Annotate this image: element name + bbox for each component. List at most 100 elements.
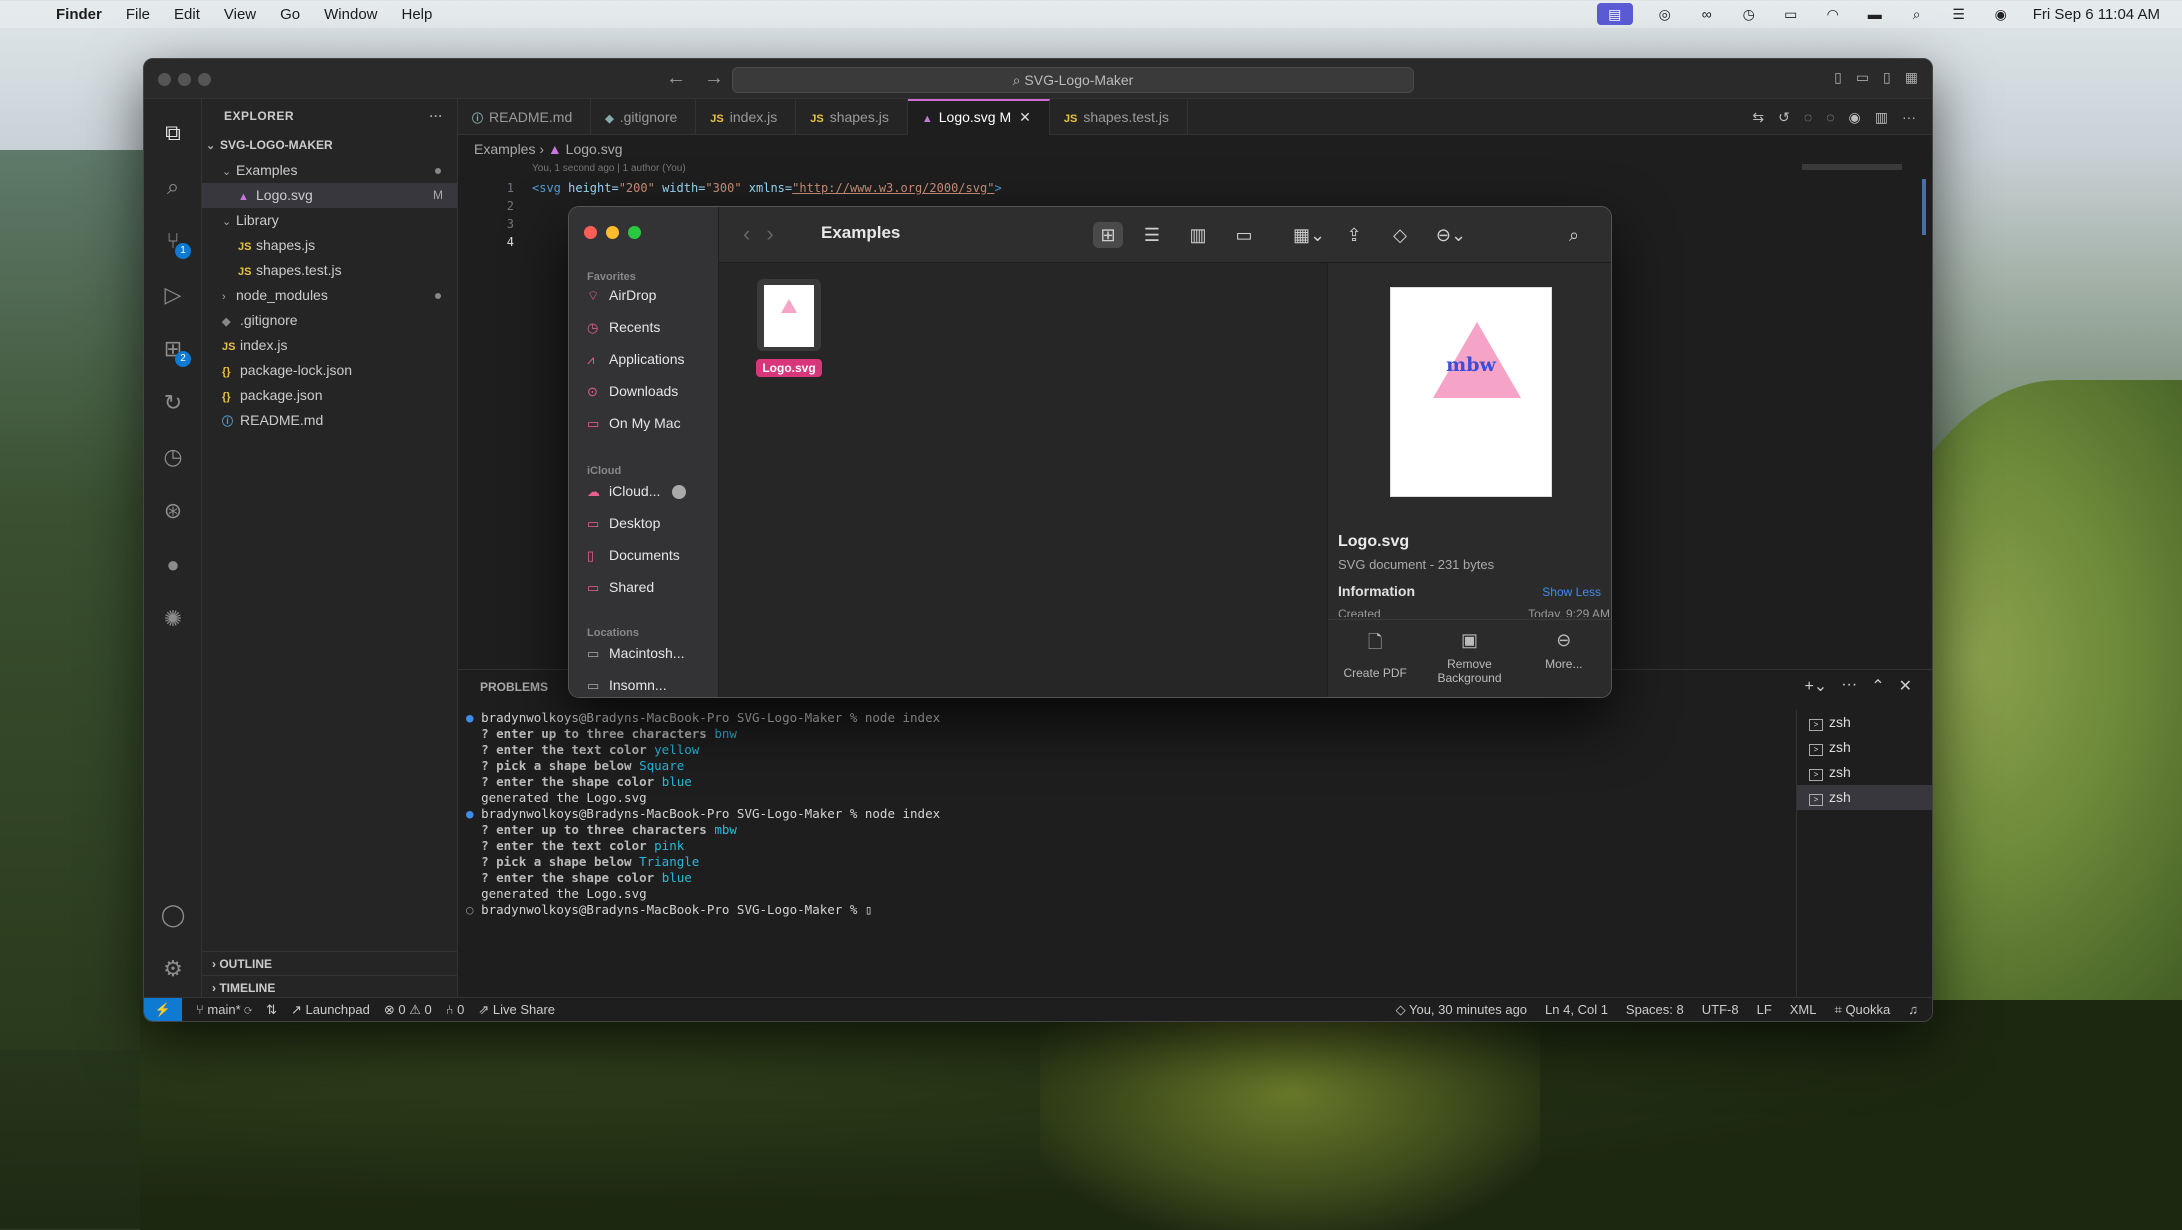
control-center-icon[interactable]: ☰ (1949, 6, 1969, 22)
editor-tab[interactable]: ◆ .gitignore (591, 99, 697, 135)
outline-section[interactable]: › OUTLINE (202, 951, 457, 975)
editor-tab[interactable]: ▲ Logo.svg M ✕ (907, 99, 1050, 135)
split-editor-icon[interactable]: ▥ (1875, 109, 1888, 126)
search-icon[interactable]: ⌕ (157, 171, 189, 203)
time-machine-icon[interactable]: ◷ (1739, 6, 1759, 22)
menu-go[interactable]: Go (280, 6, 300, 23)
menu-view[interactable]: View (224, 6, 256, 23)
creative-cloud-icon[interactable]: ∞ (1697, 6, 1717, 22)
finder-back-forward[interactable]: ‹› (743, 221, 790, 247)
apple-icon[interactable] (22, 5, 40, 23)
close-panel-icon[interactable]: ✕ (1899, 676, 1912, 696)
window-minimize-button[interactable] (178, 73, 191, 86)
tree-item[interactable]: {} package-lock.json (202, 358, 457, 383)
siri-icon[interactable]: ◉ (1991, 6, 2011, 22)
blame-status[interactable]: ◇ You, 30 minutes ago (1396, 1002, 1527, 1018)
customize-layout-icon[interactable]: ▦ (1905, 69, 1918, 86)
editor-tab[interactable]: JS index.js (696, 99, 797, 135)
more-actions-icon[interactable]: ··· (1902, 109, 1916, 126)
editor-tab[interactable]: JS shapes.js (796, 99, 908, 135)
terminal-instance[interactable]: > zsh (1797, 710, 1932, 735)
terminal-instance[interactable]: > zsh (1797, 760, 1932, 785)
problems-indicator[interactable]: ⊗ 0 ⚠ 0 (384, 1002, 432, 1018)
extensions-icon[interactable]: ⊞ 2 (157, 333, 191, 367)
battery-icon[interactable]: ▬ (1865, 6, 1885, 22)
toggle-sidebar-icon[interactable]: ▯ (1834, 69, 1842, 86)
group-by-icon[interactable]: ▦⌄ (1287, 222, 1331, 248)
editor-scrollbar[interactable] (1922, 179, 1926, 235)
gallery-view-icon[interactable]: ▭ (1229, 222, 1259, 248)
command-decoration-icon[interactable]: ● (466, 710, 474, 725)
sidebar-item-recents[interactable]: ◷ Recents (587, 319, 660, 336)
toggle-secondary-sidebar-icon[interactable]: ▯ (1883, 69, 1891, 86)
column-view-icon[interactable]: ▥ (1183, 222, 1213, 248)
notifications-bell-icon[interactable]: ♫ (1908, 1002, 1918, 1018)
code-link[interactable]: "http://www.w3.org/2000/svg" (792, 181, 994, 195)
quokka-status[interactable]: ⌗ Quokka (1835, 1002, 1891, 1018)
list-view-icon[interactable]: ☰ (1137, 222, 1167, 248)
timeline-section[interactable]: › TIMELINE (202, 975, 457, 999)
language-mode[interactable]: XML (1790, 1002, 1817, 1018)
tree-item[interactable]: ⓘ README.md (202, 408, 457, 433)
source-control-icon[interactable]: ⑂ 1 (157, 225, 191, 259)
spotlight-search-icon[interactable]: ⌕ (1907, 6, 1927, 22)
run-debug-icon[interactable]: ▷ (157, 279, 189, 311)
prev-change-icon[interactable]: ◌ (1804, 109, 1812, 126)
breadcrumb-folder[interactable]: Examples (474, 141, 535, 157)
next-change-icon[interactable]: ◌ (1826, 109, 1834, 126)
menu-help[interactable]: Help (402, 6, 433, 23)
tree-item[interactable]: JS index.js (202, 333, 457, 358)
tag-icon[interactable]: ◇ (1385, 222, 1415, 248)
github-icon[interactable]: ● (157, 549, 189, 581)
sidebar-item-desktop[interactable]: ▭ Desktop (587, 515, 660, 532)
tree-item[interactable]: ⌄ Examples (202, 158, 457, 183)
maximize-panel-icon[interactable]: ⌃ (1871, 676, 1884, 696)
command-decoration-icon[interactable]: ○ (466, 902, 474, 917)
explorer-more-icon[interactable]: ··· (430, 99, 444, 133)
tree-item[interactable]: {} package.json (202, 383, 457, 408)
show-less-link[interactable]: Show Less (1542, 585, 1601, 599)
terminal-instance[interactable]: > zsh (1797, 785, 1932, 810)
quokka-icon[interactable]: ✺ (157, 603, 189, 635)
sidebar-item-applications[interactable]: ⩘ Applications (587, 351, 685, 368)
accounts-icon[interactable]: ◯ (157, 899, 189, 931)
terminal-instance[interactable]: > zsh (1797, 735, 1932, 760)
preview-action-button[interactable]: ▣ Remove Background (1425, 630, 1513, 697)
finder-close-button[interactable] (584, 226, 597, 239)
share-icon[interactable]: ⇪ (1339, 222, 1369, 248)
menu-clock[interactable]: Fri Sep 6 11:04 AM (2033, 6, 2160, 23)
end-of-line[interactable]: LF (1757, 1002, 1772, 1018)
codelens-blame[interactable]: You, 1 second ago | 1 author (You) (532, 163, 686, 174)
new-terminal-icon[interactable]: +⌄ (1804, 676, 1827, 696)
finder-minimize-button[interactable] (606, 226, 619, 239)
extension-icon[interactable]: ◎ (1655, 6, 1675, 22)
indentation[interactable]: Spaces: 8 (1626, 1002, 1684, 1018)
sidebar-item-documents[interactable]: ▯ Documents (587, 547, 680, 564)
cursor-position[interactable]: Ln 4, Col 1 (1545, 1002, 1608, 1018)
open-preview-icon[interactable]: ◉ (1849, 109, 1861, 126)
terminal-output[interactable]: ● bradynwolkoys@Bradyns-MacBook-Pro SVG-… (466, 710, 940, 918)
tree-item[interactable]: JS shapes.js (202, 233, 457, 258)
wifi-icon[interactable]: ◠ (1823, 6, 1843, 22)
file-item-logo-svg[interactable]: Logo.svg (751, 279, 827, 377)
sync-icon[interactable]: ⇅ (266, 1002, 277, 1018)
code-editor[interactable]: <svg height="200" width="300" xmlns="htt… (532, 179, 1002, 197)
sidebar-item-insomn[interactable]: ▭ Insomn... (587, 677, 667, 694)
explorer-icon[interactable]: ⧉ (157, 117, 189, 149)
tree-item[interactable]: ▲ Logo.svg M (202, 183, 457, 208)
manage-gear-icon[interactable]: ⚙ (157, 953, 189, 985)
tree-item[interactable]: › node_modules (202, 283, 457, 308)
breadcrumb-file[interactable]: Logo.svg (566, 141, 623, 157)
history-nav[interactable]: ←→ (666, 67, 742, 90)
timeline-icon[interactable]: ◷ (157, 441, 189, 473)
branch-indicator[interactable]: ⑂ main* ⟳ (196, 1002, 252, 1017)
tree-item[interactable]: ◆ .gitignore (202, 308, 457, 333)
sidebar-item-icloud[interactable]: ☁ iCloud... (587, 483, 687, 500)
preview-action-button[interactable]: ⊖ More... (1520, 630, 1608, 697)
window-zoom-button[interactable] (198, 73, 211, 86)
panel-more-icon[interactable]: ··· (1841, 676, 1857, 696)
display-icon[interactable]: ▭ (1781, 6, 1801, 22)
remote-indicator-icon[interactable]: ⚡ (144, 997, 182, 1021)
editor-tab[interactable]: ⓘ README.md (458, 99, 592, 135)
minimap[interactable] (1802, 164, 1902, 170)
